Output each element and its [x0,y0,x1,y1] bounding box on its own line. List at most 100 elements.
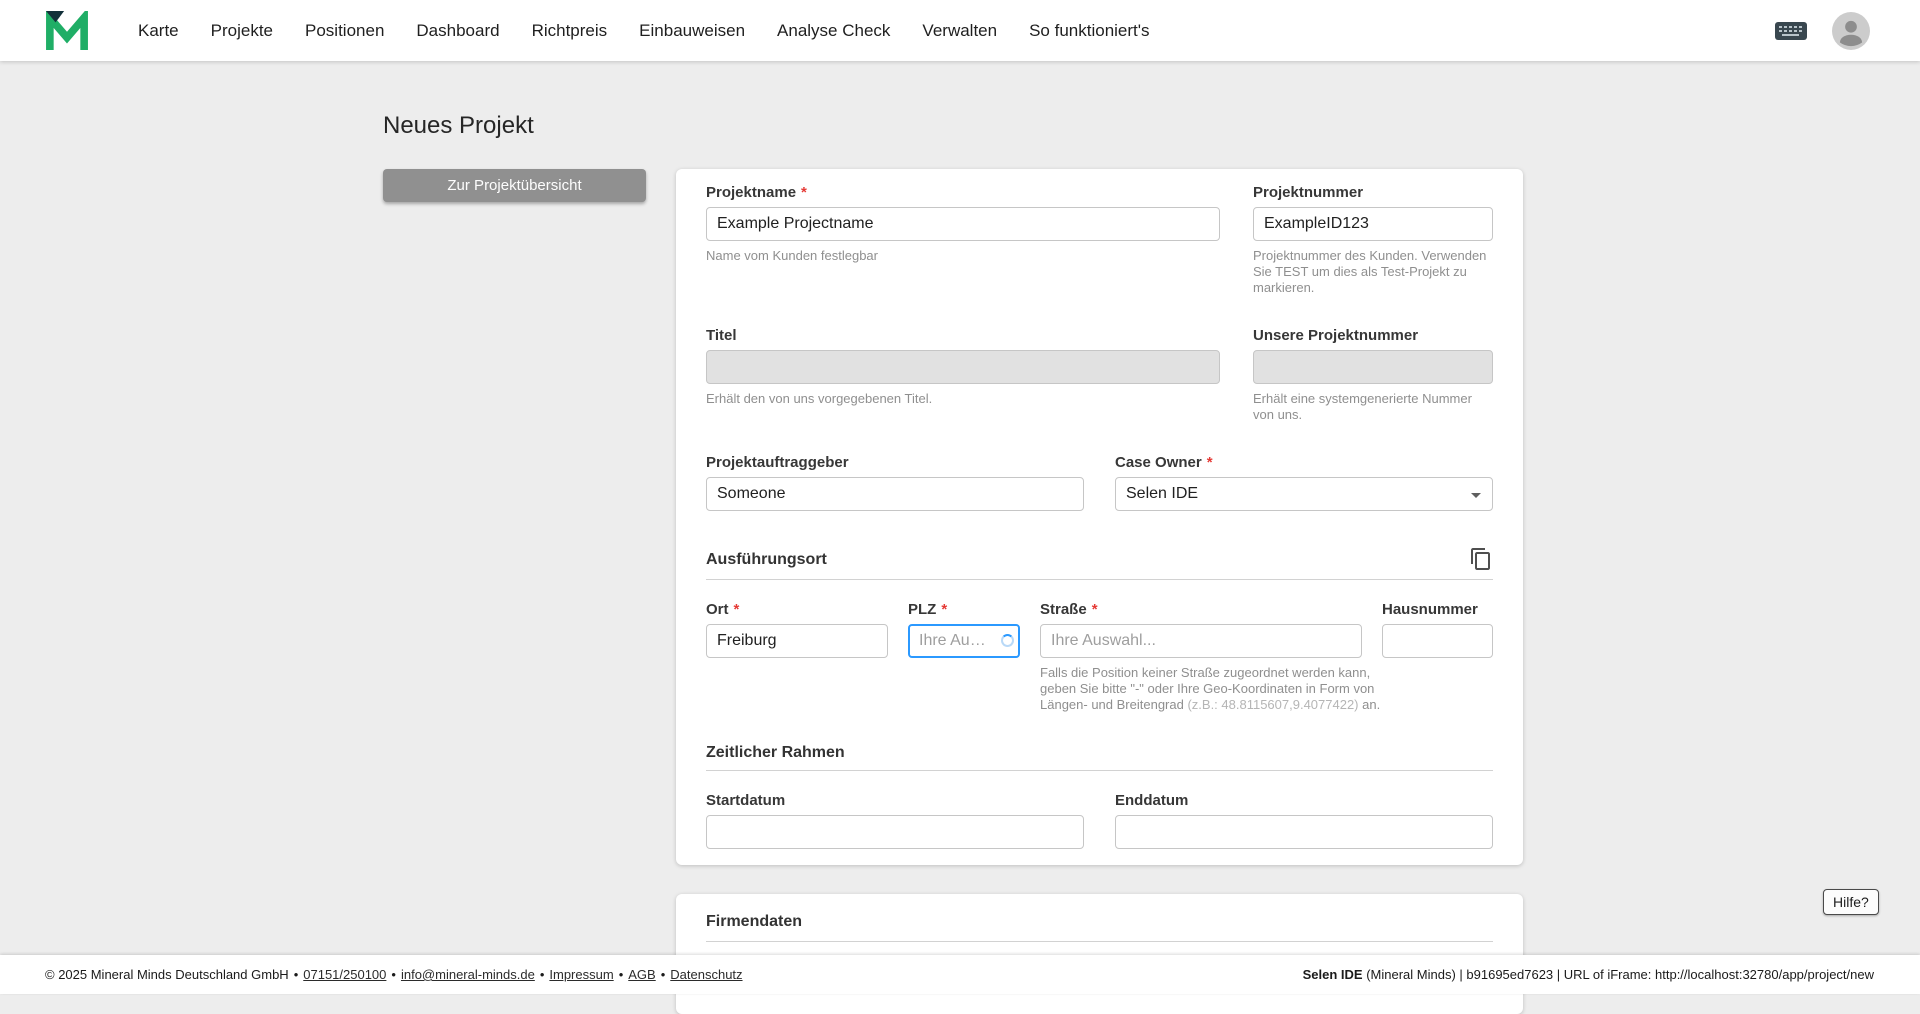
field-projektauftraggeber: Projektauftraggeber [706,453,1084,511]
copy-icon [1471,548,1490,570]
projektnummer-input[interactable] [1253,207,1493,241]
footer-session-info: Selen IDE (Mineral Minds) | b91695ed7623… [1303,967,1874,982]
label-text: Projektname [706,184,797,201]
firmendaten-card: Firmendaten [676,894,1523,1014]
required-asterisk: * [1091,601,1098,618]
firmendaten-heading: Firmendaten [706,913,803,930]
projektauftraggeber-label: Projektauftraggeber [706,453,1084,472]
required-asterisk: * [941,601,948,618]
ort-label: Ort * [706,600,888,619]
hausnummer-input[interactable] [1382,624,1493,658]
field-case-owner: Case Owner * Selen IDE [1115,453,1493,511]
case-owner-value: Selen IDE [1126,485,1199,502]
section-divider [706,770,1493,771]
agb-link[interactable]: AGB [628,967,655,982]
strasse-helper-suffix: an. [1358,697,1381,712]
separator: • [293,967,299,982]
datenschutz-link[interactable]: Datenschutz [670,967,742,982]
separator: • [660,967,666,982]
ausfuehrungsort-heading: Ausführungsort [706,550,827,568]
titel-input [706,350,1220,384]
unsere-projektnummer-helper: Erhält eine systemgenerierte Nummer von … [1253,391,1472,422]
nav-item-richtpreis[interactable]: Richtpreis [532,21,608,41]
label-text: Unsere Projektnummer [1253,327,1419,344]
nav-item-einbauweisen[interactable]: Einbauweisen [639,21,745,41]
nav-links: Karte Projekte Positionen Dashboard Rich… [138,21,1774,41]
startdatum-label: Startdatum [706,791,1084,810]
avatar-icon [1832,11,1870,50]
mineral-minds-logo-icon [46,10,88,50]
account-button[interactable] [1832,11,1870,50]
nav-item-verwalten[interactable]: Verwalten [922,21,997,41]
case-owner-label: Case Owner * [1115,453,1493,472]
label-text: Case Owner [1115,454,1202,471]
required-asterisk: * [1206,454,1213,471]
copyright-text: © 2025 Mineral Minds Deutschland GmbH [45,967,289,982]
separator: • [539,967,545,982]
section-divider [706,579,1493,580]
field-plz: PLZ * [908,600,1020,713]
enddatum-input[interactable] [1115,815,1493,849]
strasse-helper: Falls die Position keiner Straße zugeord… [1040,665,1400,713]
project-form-card: Projektname * Name vom Kunden festlegbar… [676,169,1523,865]
keyboard-button[interactable] [1774,19,1808,43]
session-details: (Mineral Minds) | b91695ed7623 | URL of … [1362,967,1874,982]
nav-item-karte[interactable]: Karte [138,21,179,41]
label-text: PLZ [908,601,937,618]
enddatum-label: Enddatum [1115,791,1493,810]
strasse-helper-example: (z.B.: 48.8115607,9.4077422) [1187,697,1359,712]
label-text: Projektauftraggeber [706,454,849,471]
field-strasse: Straße * Falls die Position keiner Straß… [1040,600,1380,713]
copy-address-button[interactable] [1469,547,1493,571]
field-ort: Ort * [706,600,888,713]
label-text: Projektnummer [1253,184,1364,201]
field-projektname: Projektname * Name vom Kunden festlegbar [706,183,1220,296]
field-startdatum: Startdatum [706,791,1084,849]
session-user: Selen IDE [1302,967,1363,982]
brand-logo[interactable] [45,10,89,51]
titel-helper: Erhält den von uns vorgegebenen Titel. [706,391,933,406]
navbar-right [1774,11,1870,50]
impressum-link[interactable]: Impressum [549,967,613,982]
projektname-helper: Name vom Kunden festlegbar [706,248,878,263]
back-to-projects-button[interactable]: Zur Projektübersicht [383,169,646,202]
separator: • [618,967,624,982]
zeitlicher-rahmen-heading: Zeitlicher Rahmen [706,744,845,761]
field-enddatum: Enddatum [1115,791,1493,849]
nav-item-projekte[interactable]: Projekte [211,21,273,41]
field-unsere-projektnummer: Unsere Projektnummer Erhält eine systemg… [1253,326,1493,423]
startdatum-input[interactable] [706,815,1084,849]
projektnummer-label: Projektnummer [1253,183,1493,202]
footer: © 2025 Mineral Minds Deutschland GmbH • … [0,955,1920,994]
projektname-label: Projektname * [706,183,1220,202]
page-title: Neues Projekt [383,112,534,139]
nav-item-analyse-check[interactable]: Analyse Check [777,21,890,41]
strasse-input[interactable] [1040,624,1362,658]
keyboard-icon [1775,21,1807,40]
hausnummer-label: Hausnummer [1382,600,1493,619]
nav-item-so-funktionierts[interactable]: So funktioniert's [1029,21,1149,41]
top-navbar: Karte Projekte Positionen Dashboard Rich… [0,0,1920,61]
strasse-label: Straße * [1040,600,1362,619]
email-link[interactable]: info@mineral-minds.de [401,967,535,982]
field-projektnummer: Projektnummer Projektnummer des Kunden. … [1253,183,1493,296]
label-text: Titel [706,327,737,344]
unsere-projektnummer-label: Unsere Projektnummer [1253,326,1493,345]
help-button[interactable]: Hilfe? [1823,889,1879,915]
nav-item-positionen[interactable]: Positionen [305,21,384,41]
label-text: Ort [706,601,729,618]
required-asterisk: * [733,601,740,618]
phone-link[interactable]: 07151/250100 [303,967,386,982]
unsere-projektnummer-input [1253,350,1493,384]
section-divider [706,941,1493,942]
nav-item-dashboard[interactable]: Dashboard [416,21,499,41]
case-owner-select[interactable]: Selen IDE [1115,477,1493,511]
loading-spinner-icon [1001,634,1014,647]
zeitlicher-rahmen-section-header: Zeitlicher Rahmen [706,743,1493,762]
chevron-down-icon [1471,493,1481,498]
titel-label: Titel [706,326,1220,345]
projektname-input[interactable] [706,207,1220,241]
ort-input[interactable] [706,624,888,658]
projektauftraggeber-input[interactable] [706,477,1084,511]
plz-label: PLZ * [908,600,1020,619]
